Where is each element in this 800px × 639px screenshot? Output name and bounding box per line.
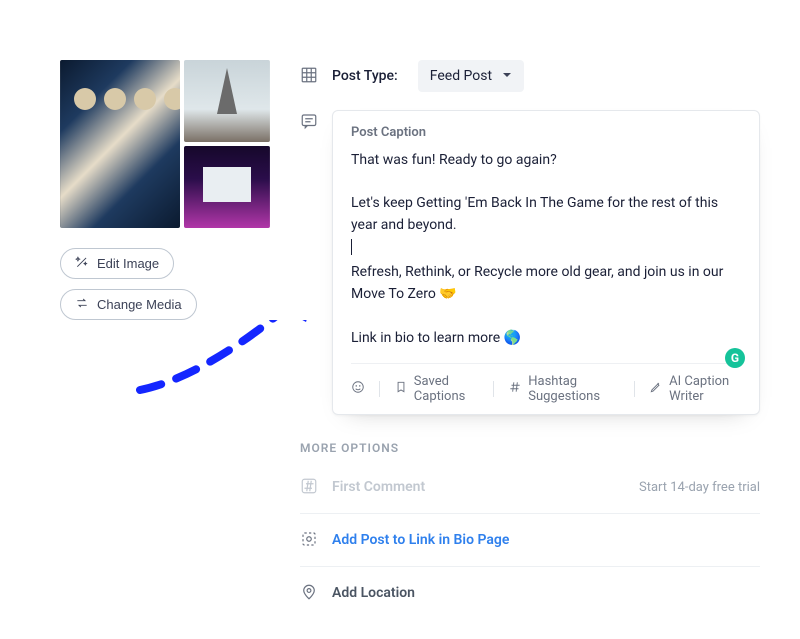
separator xyxy=(634,381,635,397)
bookmark-icon xyxy=(394,380,408,398)
emoji-picker-button[interactable] xyxy=(351,380,365,398)
change-media-button[interactable]: Change Media xyxy=(60,289,197,320)
edit-image-button[interactable]: Edit Image xyxy=(60,248,174,279)
first-comment-trial-link[interactable]: Start 14-day free trial xyxy=(639,480,760,495)
magic-wand-icon xyxy=(75,255,89,272)
caption-card: Post Caption That was fun! Ready to go a… xyxy=(332,110,760,415)
text-caret xyxy=(351,239,352,255)
caption-toolbar: Saved Captions Hashtag Suggestions xyxy=(351,363,741,404)
separator xyxy=(379,381,380,397)
linkinbio-icon xyxy=(300,530,318,552)
hashtag-suggestions-button[interactable]: Hashtag Suggestions xyxy=(508,374,620,404)
media-sidebar: Edit Image Change Media xyxy=(60,60,270,619)
location-row[interactable]: Add Location xyxy=(300,566,760,619)
media-thumb-3[interactable] xyxy=(184,146,270,228)
ai-caption-writer-button[interactable]: AI Caption Writer xyxy=(649,374,741,404)
media-thumb-2[interactable] xyxy=(184,60,270,142)
grid-icon xyxy=(300,66,318,88)
location-pin-icon xyxy=(300,583,318,605)
hash-box-icon xyxy=(300,477,318,499)
hashtag-icon xyxy=(508,380,522,398)
first-comment-row[interactable]: First Comment Start 14-day free trial xyxy=(300,461,760,513)
more-options-label: MORE OPTIONS xyxy=(300,441,760,455)
media-preview-grid xyxy=(60,60,270,228)
caption-title: Post Caption xyxy=(351,125,741,140)
post-type-label: Post Type: xyxy=(332,68,398,84)
swap-icon xyxy=(75,296,89,313)
caption-icon xyxy=(300,112,318,134)
change-media-label: Change Media xyxy=(97,297,182,312)
chevron-down-icon xyxy=(502,68,512,84)
separator xyxy=(493,381,494,397)
caption-textarea[interactable]: That was fun! Ready to go again? Let's k… xyxy=(351,150,741,349)
linkinbio-row[interactable]: Add Post to Link in Bio Page xyxy=(300,513,760,566)
caption-row: Post Caption That was fun! Ready to go a… xyxy=(300,110,760,415)
location-text: Add Location xyxy=(332,585,760,601)
linkinbio-text: Add Post to Link in Bio Page xyxy=(332,532,760,548)
post-type-row: Post Type: Feed Post xyxy=(300,60,760,92)
post-type-select[interactable]: Feed Post xyxy=(418,60,524,92)
edit-image-label: Edit Image xyxy=(97,256,159,271)
saved-captions-button[interactable]: Saved Captions xyxy=(394,374,480,404)
media-thumb-1[interactable] xyxy=(60,60,180,228)
grammarly-icon[interactable]: G xyxy=(725,348,745,368)
post-type-value: Feed Post xyxy=(430,68,492,84)
first-comment-text: First Comment xyxy=(332,479,625,495)
sparkle-pen-icon xyxy=(649,380,663,398)
smile-icon xyxy=(351,380,365,398)
